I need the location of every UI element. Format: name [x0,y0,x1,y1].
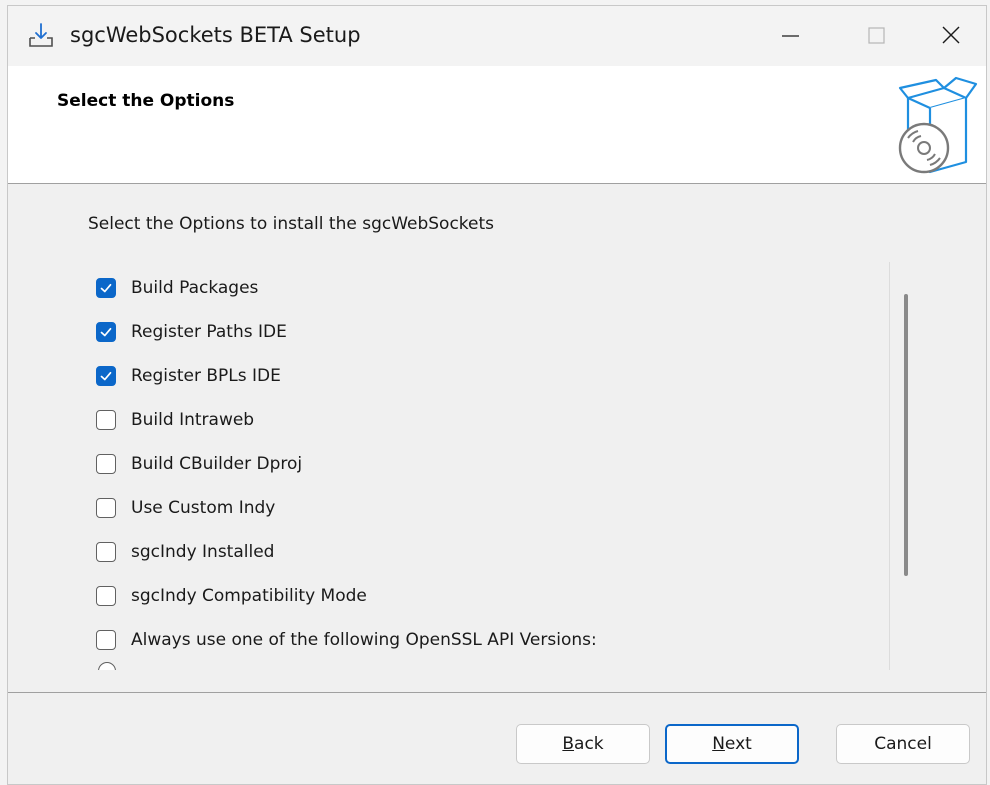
option-always-use-openssl-api-versions[interactable]: Always use one of the following OpenSSL … [96,626,597,654]
wizard-content: Select the Options to install the sgcWeb… [8,184,986,692]
checkbox[interactable] [96,454,116,474]
scrollbar-thumb[interactable] [904,294,908,576]
option-label: Register Paths IDE [131,322,287,342]
minimize-button[interactable] [748,6,834,64]
back-label: ack [574,734,604,754]
option-label: Use Custom Indy [131,498,276,518]
option-label: Build Intraweb [131,410,255,430]
option-label: Always use one of the following OpenSSL … [131,630,597,650]
page-title: Select the Options [57,91,235,111]
option-sgcindy-compatibility-mode[interactable]: sgcIndy Compatibility Mode [96,582,367,610]
option-build-packages[interactable]: Build Packages [96,274,258,302]
title-bar[interactable]: sgcWebSockets BETA Setup [8,6,986,66]
next-button[interactable]: Next [665,724,799,764]
checkbox[interactable] [96,630,116,650]
checkbox[interactable] [96,498,116,518]
checkmark-icon [100,371,112,381]
openssl-version-radio[interactable] [98,662,116,670]
option-register-bpls-ide[interactable]: Register BPLs IDE [96,362,281,390]
checkmark-icon [100,327,112,337]
checkbox[interactable] [96,410,116,430]
close-button[interactable] [914,6,986,64]
installer-download-icon [29,23,53,47]
checkbox[interactable] [96,586,116,606]
option-build-intraweb[interactable]: Build Intraweb [96,406,254,434]
option-build-cbuilder-dproj[interactable]: Build CBuilder Dproj [96,450,302,478]
option-register-paths-ide[interactable]: Register Paths IDE [96,318,287,346]
window-title: sgcWebSockets BETA Setup [70,23,361,47]
option-label: sgcIndy Compatibility Mode [131,586,367,606]
option-label: Register BPLs IDE [131,366,281,386]
wizard-header: Select the Options [8,66,986,184]
option-label: Build Packages [131,278,259,298]
option-label: Build CBuilder Dproj [131,454,303,474]
next-label: ext [724,734,752,754]
next-mnemonic: N [712,734,725,754]
option-use-custom-indy[interactable]: Use Custom Indy [96,494,275,522]
checkbox[interactable] [96,366,116,386]
close-icon [942,26,960,44]
checkbox[interactable] [96,278,116,298]
scrollbar-track[interactable] [889,262,890,670]
footer-divider [8,692,986,693]
cancel-button[interactable]: Cancel [836,724,970,764]
option-label: sgcIndy Installed [131,542,275,562]
maximize-button[interactable] [834,6,920,64]
setup-window: sgcWebSockets BETA Setup Select the Opti… [7,5,987,785]
back-mnemonic: B [562,734,575,754]
checkmark-icon [100,283,112,293]
back-button[interactable]: Back [516,724,650,764]
checkbox[interactable] [96,542,116,562]
checkbox[interactable] [96,322,116,342]
software-box-cd-icon [898,76,978,174]
maximize-icon [868,27,885,44]
minimize-icon [782,35,799,37]
options-list[interactable]: Build Packages Register Paths IDE Regist… [96,264,896,670]
instruction-text: Select the Options to install the sgcWeb… [88,214,495,234]
option-sgcindy-installed[interactable]: sgcIndy Installed [96,538,274,566]
